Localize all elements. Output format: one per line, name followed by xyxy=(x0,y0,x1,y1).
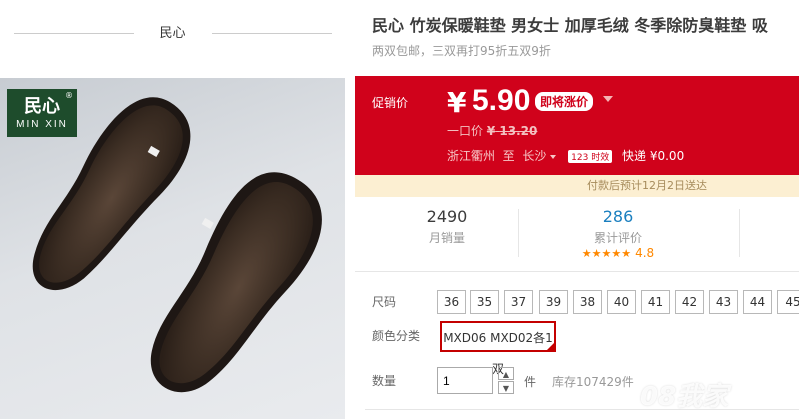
size-option-36[interactable]: 36 xyxy=(437,290,466,314)
total-reviews[interactable]: 286 累计评价 ★★★★★ 4.8 xyxy=(548,207,688,260)
color-option-selected[interactable]: MXD06 MXD02各1双 xyxy=(440,321,556,376)
size-option-37[interactable]: 37 xyxy=(504,290,533,314)
size-option-35[interactable]: 35 xyxy=(470,290,499,314)
store-name[interactable]: 民心 xyxy=(0,22,345,41)
promo-price: 5.90 xyxy=(472,84,531,117)
insoles-image xyxy=(32,97,322,393)
price-rise-badge[interactable]: 即将涨价 xyxy=(535,92,594,111)
check-corner-icon xyxy=(545,341,556,352)
chevron-down-icon[interactable] xyxy=(603,96,613,102)
increment-icon[interactable]: ▲ xyxy=(498,367,514,380)
stars-icon: ★★★★★ xyxy=(581,247,632,260)
ship-to-select[interactable]: 长沙 xyxy=(522,149,546,163)
size-option-41[interactable]: 41 xyxy=(641,290,670,314)
decrement-icon[interactable]: ▼ xyxy=(498,381,514,394)
size-option-39[interactable]: 39 xyxy=(539,290,568,314)
size-option-40[interactable]: 40 xyxy=(607,290,636,314)
product-photo[interactable]: ® 民心 MIN XIN xyxy=(0,78,345,419)
product-title: 民心 竹炭保暖鞋垫 男女士 加厚毛绒 冬季除防臭鞋垫 吸 xyxy=(372,16,768,35)
color-label: 颜色分类 xyxy=(372,329,421,343)
express-fee: 快递 ¥0.00 xyxy=(622,149,685,163)
stats-row: 2490 月销量 286 累计评价 ★★★★★ 4.8 xyxy=(355,197,799,272)
size-option-43[interactable]: 43 xyxy=(709,290,738,314)
ship-from: 浙江衢州 xyxy=(447,149,496,163)
size-option-38[interactable]: 38 xyxy=(573,290,602,314)
star-rating: ★★★★★ 4.8 xyxy=(581,246,655,260)
size-option-44[interactable]: 44 xyxy=(743,290,772,314)
delivery-notice: 付款后预计12月2日送达 xyxy=(355,175,799,197)
price-panel: 促销价 ¥ 5.90 即将涨价 一口价 ¥ 13.20 浙江衢州 至 长沙 12… xyxy=(355,76,799,175)
monthly-sales: 2490 月销量 xyxy=(426,207,468,245)
store-bar: 民心 xyxy=(0,0,345,70)
currency-symbol: ¥ xyxy=(447,86,467,119)
size-label: 尺码 xyxy=(372,295,397,309)
watermark: 08我家 xyxy=(640,382,729,412)
size-option-45[interactable]: 45 xyxy=(777,290,799,314)
original-price: 一口价 ¥ 13.20 xyxy=(447,124,538,138)
stock-count: 库存107429件 xyxy=(552,375,634,389)
quantity-label: 数量 xyxy=(372,374,397,388)
stat-divider xyxy=(739,209,740,257)
size-option-42[interactable]: 42 xyxy=(675,290,704,314)
caret-down-icon[interactable] xyxy=(550,154,557,159)
quantity-unit: 件 xyxy=(524,375,537,389)
timely-tag: 123 时效 xyxy=(568,150,613,163)
promo-price-label: 促销价 xyxy=(372,96,409,110)
left-panel: 民心 ® 民心 MIN XIN xyxy=(0,0,345,419)
quantity-input[interactable] xyxy=(437,367,493,394)
stat-divider xyxy=(518,209,519,257)
shipping-info: 浙江衢州 至 长沙 123 时效 快递 ¥0.00 xyxy=(447,149,685,163)
product-info-panel: 民心 竹炭保暖鞋垫 男女士 加厚毛绒 冬季除防臭鞋垫 吸 两双包邮，三双再打95… xyxy=(355,0,799,419)
product-subtitle: 两双包邮，三双再打95折五双9折 xyxy=(372,44,551,58)
divider xyxy=(365,409,799,410)
